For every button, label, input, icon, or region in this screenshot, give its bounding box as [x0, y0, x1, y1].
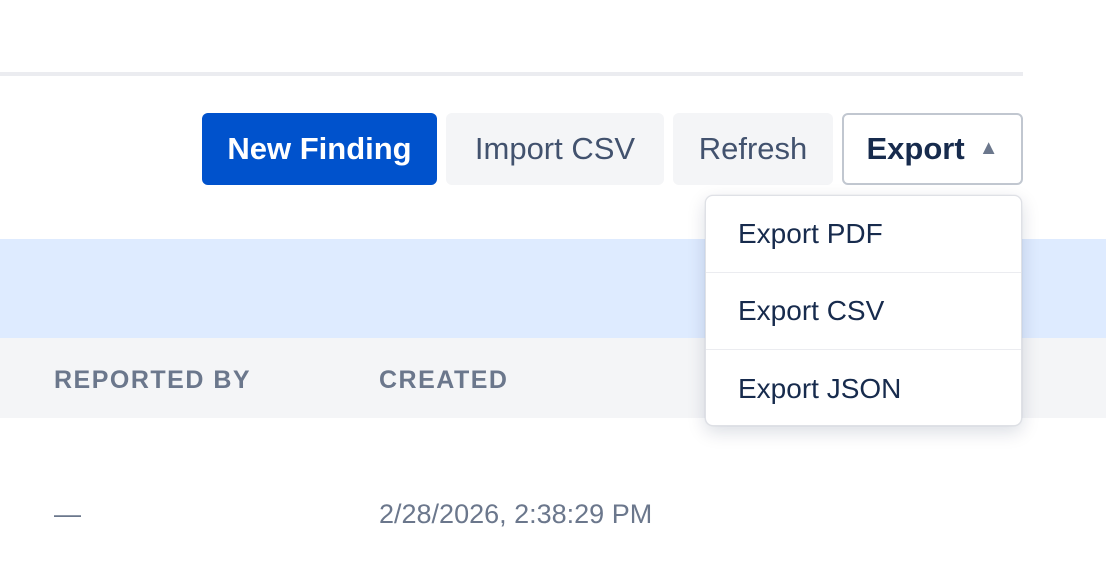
menu-item-export-csv[interactable]: Export CSV — [706, 273, 1021, 350]
caret-up-icon: ▲ — [978, 137, 999, 159]
cell-created: 2/28/2026, 2:38:29 PM — [379, 499, 653, 529]
findings-page: New Finding Import CSV Refresh Export ▲ … — [0, 0, 1106, 586]
menu-item-export-pdf[interactable]: Export PDF — [706, 196, 1021, 273]
menu-item-export-json[interactable]: Export JSON — [706, 350, 1021, 425]
new-finding-button[interactable]: New Finding — [202, 113, 437, 185]
export-dropdown-menu: Export PDF Export CSV Export JSON — [705, 195, 1022, 426]
cell-reported-by: — — [54, 499, 81, 529]
column-header-reported-by[interactable]: REPORTED BY — [54, 366, 251, 395]
export-button[interactable]: Export ▲ — [842, 113, 1023, 185]
import-csv-button[interactable]: Import CSV — [446, 113, 664, 185]
column-header-created[interactable]: CREATED — [379, 366, 508, 395]
top-divider — [0, 72, 1023, 76]
export-button-label: Export — [866, 131, 965, 166]
refresh-button[interactable]: Refresh — [673, 113, 833, 185]
